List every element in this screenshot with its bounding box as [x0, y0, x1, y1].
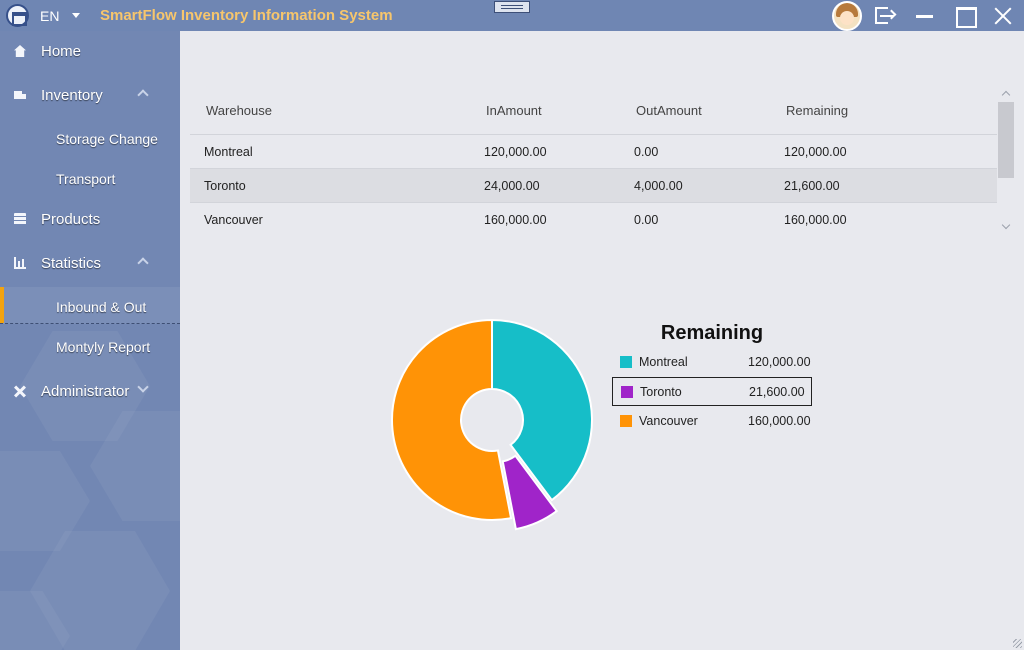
- chevron-up-icon: [137, 89, 149, 101]
- logout-button[interactable]: [872, 3, 898, 29]
- sidebar-item-monthly-report[interactable]: Montyly Report: [0, 331, 180, 363]
- language-selector[interactable]: EN: [40, 8, 59, 24]
- table-row[interactable]: Toronto 24,000.00 4,000.00 21,600.00: [190, 169, 997, 203]
- remaining-pie-chart: [380, 310, 620, 540]
- cell-inamount: 120,000.00: [484, 145, 547, 159]
- language-dropdown-icon[interactable]: [72, 13, 80, 18]
- minimize-button[interactable]: [912, 3, 938, 29]
- sidebar-item-products[interactable]: Products: [0, 203, 180, 235]
- sidebar-item-label: Storage Change: [56, 131, 158, 147]
- maximize-button[interactable]: [952, 3, 978, 29]
- sidebar-item-label: Montyly Report: [56, 339, 151, 355]
- sidebar-item-label: Inbound & Out: [56, 299, 147, 315]
- sidebar-item-statistics[interactable]: Statistics: [0, 247, 180, 279]
- cell-warehouse: Montreal: [204, 145, 253, 159]
- sidebar-item-administrator[interactable]: Administrator: [0, 375, 180, 407]
- sidebar-item-label: Statistics: [41, 255, 102, 272]
- cell-remaining: 160,000.00: [784, 213, 847, 227]
- inventory-table: Warehouse InAmount OutAmount Remaining M…: [190, 90, 997, 237]
- legend-swatch: [620, 415, 632, 427]
- app-logo-icon: [6, 4, 29, 27]
- app-title: SmartFlow Inventory Information System: [100, 7, 393, 24]
- legend-value: 120,000.00: [748, 355, 811, 369]
- scroll-down-icon[interactable]: [1001, 220, 1011, 230]
- scrollbar-thumb[interactable]: [998, 102, 1014, 178]
- column-header-inamount[interactable]: InAmount: [486, 103, 542, 118]
- sidebar-item-home[interactable]: Home: [0, 35, 180, 67]
- sidebar-item-label: Transport: [56, 171, 116, 187]
- chevron-down-icon: [137, 381, 149, 393]
- cell-outamount: 0.00: [634, 145, 659, 159]
- scroll-up-icon[interactable]: [1001, 90, 1011, 100]
- table-row[interactable]: Montreal 120,000.00 0.00 120,000.00: [190, 135, 997, 169]
- cell-warehouse: Toronto: [204, 179, 246, 193]
- user-avatar[interactable]: [832, 1, 862, 31]
- cell-warehouse: Vancouver: [204, 213, 263, 227]
- sidebar-item-inbound-out[interactable]: Inbound & Out: [0, 287, 180, 324]
- cell-remaining: 120,000.00: [784, 145, 847, 159]
- sidebar-item-label: Inventory: [41, 87, 103, 104]
- tools-icon: [14, 385, 26, 397]
- table-scrollbar[interactable]: [998, 86, 1014, 238]
- home-icon: [14, 45, 26, 57]
- legend-item-toronto[interactable]: Toronto 21,600.00: [612, 377, 812, 406]
- chevron-up-icon: [137, 257, 149, 269]
- legend-label: Vancouver: [639, 414, 698, 428]
- inventory-icon: [14, 89, 26, 101]
- title-bar: EN SmartFlow Inventory Information Syste…: [0, 0, 1024, 31]
- cell-outamount: 4,000.00: [634, 179, 683, 193]
- menu-toggle-button[interactable]: [494, 1, 530, 13]
- sidebar-item-label: Home: [41, 43, 82, 60]
- products-icon: [14, 213, 26, 225]
- cell-inamount: 24,000.00: [484, 179, 540, 193]
- close-button[interactable]: [991, 3, 1017, 29]
- cell-outamount: 0.00: [634, 213, 659, 227]
- legend-value: 21,600.00: [749, 385, 805, 399]
- column-header-outamount[interactable]: OutAmount: [636, 103, 702, 118]
- table-row[interactable]: Vancouver 160,000.00 0.00 160,000.00: [190, 203, 997, 237]
- chart-title: Remaining: [660, 322, 764, 344]
- sidebar: Home Inventory Storage Change Transport …: [0, 31, 180, 650]
- sidebar-item-transport[interactable]: Transport: [0, 163, 180, 195]
- column-header-warehouse[interactable]: Warehouse: [206, 103, 272, 118]
- resize-grip-icon[interactable]: [1013, 639, 1022, 648]
- cell-remaining: 21,600.00: [784, 179, 840, 193]
- pie-chart-svg: [391, 318, 593, 531]
- legend-item-montreal[interactable]: Montreal 120,000.00: [612, 348, 812, 377]
- column-header-remaining[interactable]: Remaining: [786, 103, 848, 118]
- legend-label: Toronto: [640, 385, 682, 399]
- sidebar-item-label: Administrator: [41, 383, 130, 400]
- legend-item-vancouver[interactable]: Vancouver 160,000.00: [612, 407, 812, 436]
- cell-inamount: 160,000.00: [484, 213, 547, 227]
- table-header: Warehouse InAmount OutAmount Remaining: [190, 90, 997, 135]
- legend-label: Montreal: [639, 355, 688, 369]
- sidebar-item-storage-change[interactable]: Storage Change: [0, 123, 180, 155]
- legend-swatch: [621, 386, 633, 398]
- legend-value: 160,000.00: [748, 414, 811, 428]
- sidebar-item-label: Products: [41, 211, 101, 228]
- sidebar-item-inventory[interactable]: Inventory: [0, 79, 180, 111]
- statistics-icon: [14, 257, 26, 269]
- legend-swatch: [620, 356, 632, 368]
